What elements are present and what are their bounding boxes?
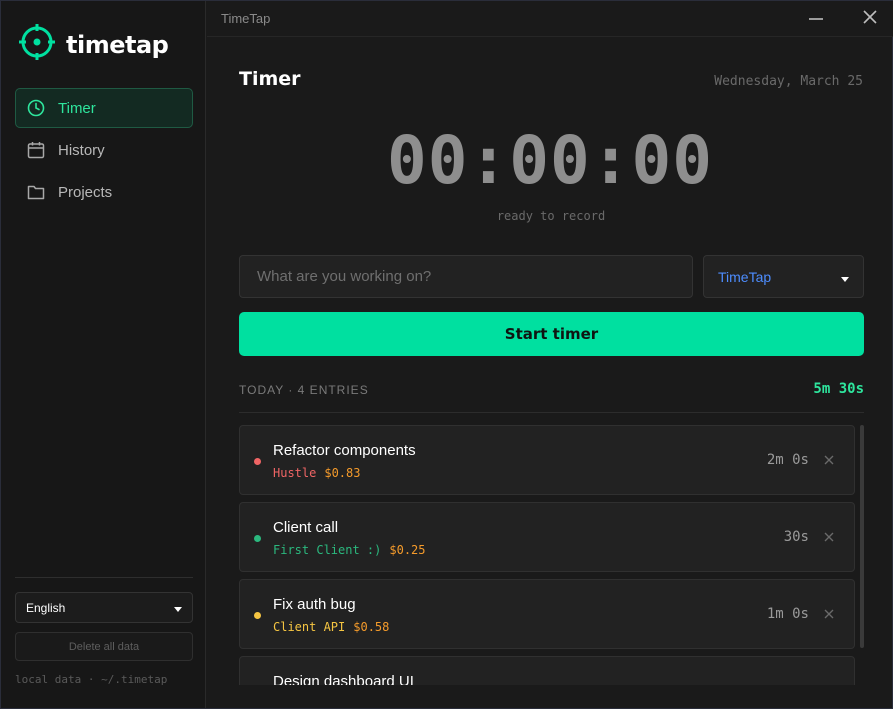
caret-down-icon xyxy=(841,269,849,285)
today-summary-label: TODAY · 4 ENTRIES xyxy=(239,383,369,397)
entry-name: Design dashboard UI xyxy=(273,673,414,685)
entry-cost: $0.25 xyxy=(389,543,426,557)
close-window-button[interactable] xyxy=(855,5,885,33)
language-select[interactable]: English xyxy=(15,592,193,623)
entry-duration: 30s xyxy=(783,529,809,545)
entry-project[interactable]: Client API xyxy=(273,620,345,634)
minimize-icon xyxy=(809,10,823,29)
project-select-value: TimeTap xyxy=(718,268,772,285)
minimize-button[interactable] xyxy=(801,5,831,33)
calendar-icon xyxy=(27,141,45,159)
language-value: English xyxy=(26,600,66,615)
entry-meta: First Client :) $0.25 xyxy=(273,543,426,557)
project-color-dot xyxy=(254,535,261,542)
start-timer-button[interactable]: Start timer xyxy=(239,312,864,356)
task-input[interactable] xyxy=(239,255,693,298)
clock-icon xyxy=(27,99,45,117)
entry-name: Client call xyxy=(273,519,339,536)
timer-display: 00:00:00 xyxy=(387,122,713,199)
sidebar-item-timer[interactable]: Timer xyxy=(15,88,193,128)
entry-cost: $0.83 xyxy=(324,466,361,480)
entry-row[interactable]: Refactor components Hustle $0.83 2m 0s xyxy=(239,425,855,495)
today-total: 5m 30s xyxy=(813,381,864,397)
entry-row[interactable]: Fix auth bug Client API $0.58 1m 0s xyxy=(239,579,855,649)
titlebar: TimeTap xyxy=(207,1,893,37)
sidebar-nav: Timer History Projects xyxy=(15,88,193,214)
sidebar-item-projects[interactable]: Projects xyxy=(15,172,193,212)
sidebar-item-label: Timer xyxy=(58,99,96,117)
entry-project[interactable]: First Client :) xyxy=(273,543,381,557)
brand-name: timetap xyxy=(66,30,169,59)
project-color-dot xyxy=(254,458,261,465)
page-title: Timer xyxy=(239,68,301,90)
entry-list: Refactor components Hustle $0.83 2m 0s Cl… xyxy=(239,425,855,685)
local-data-path: local data · ~/.timetap xyxy=(15,673,168,686)
caret-down-icon xyxy=(174,601,182,615)
current-date: Wednesday, March 25 xyxy=(714,74,863,89)
crosshair-logo-icon xyxy=(18,23,56,66)
timer-status: ready to record xyxy=(496,209,606,223)
app-window: timetap Timer History Projects English D… xyxy=(0,0,893,709)
delete-entry-icon[interactable] xyxy=(822,453,836,467)
entry-meta: Hustle $0.83 xyxy=(273,466,360,480)
sidebar-item-label: Projects xyxy=(58,183,113,201)
project-color-dot xyxy=(254,612,261,619)
delete-all-data-button[interactable]: Delete all data xyxy=(15,632,193,661)
main-content: Timer Wednesday, March 25 00:00:00 ready… xyxy=(207,38,893,708)
folder-icon xyxy=(27,183,45,201)
window-title: TimeTap xyxy=(221,11,271,26)
sidebar-divider xyxy=(15,577,193,578)
list-divider xyxy=(239,412,864,413)
entry-duration: 1m 0s xyxy=(766,606,809,622)
project-select[interactable]: TimeTap xyxy=(703,255,864,298)
sidebar-item-label: History xyxy=(58,141,105,159)
entry-duration: 2m 0s xyxy=(766,452,809,468)
entry-project[interactable]: Hustle xyxy=(273,466,316,480)
entry-name: Fix auth bug xyxy=(273,596,356,613)
entry-row[interactable]: Client call First Client :) $0.25 30s xyxy=(239,502,855,572)
entry-row[interactable]: Design dashboard UI xyxy=(239,656,855,685)
sidebar: timetap Timer History Projects English D… xyxy=(1,1,206,708)
delete-entry-icon[interactable] xyxy=(822,530,836,544)
brand[interactable]: timetap xyxy=(18,23,169,66)
close-icon xyxy=(863,9,877,29)
entry-meta: Client API $0.58 xyxy=(273,620,389,634)
entry-cost: $0.58 xyxy=(353,620,390,634)
entry-name: Refactor components xyxy=(273,442,416,459)
sidebar-item-history[interactable]: History xyxy=(15,130,193,170)
entry-list-scrollbar[interactable] xyxy=(860,425,864,648)
delete-entry-icon[interactable] xyxy=(822,607,836,621)
